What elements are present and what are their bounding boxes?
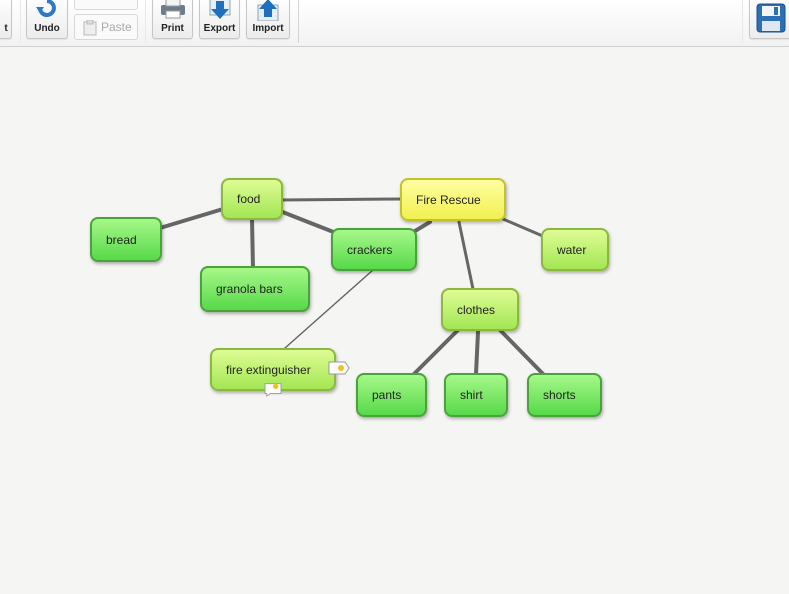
node-fire-extinguisher-label: fire extinguisher [226,362,311,377]
node-pants[interactable]: pants [356,373,427,417]
import-label: Import [252,23,284,34]
print-label: Print [161,23,184,34]
export-icon [209,0,230,19]
node-food[interactable]: food [221,178,283,220]
import-button[interactable]: Import [246,0,290,39]
link-fire-rescue-water [501,217,547,239]
link-clothes-pants [410,328,460,378]
connector-lines [158,197,547,378]
export-button[interactable]: Export [199,0,240,39]
copy-button[interactable] [74,0,138,10]
node-shirt[interactable]: shirt [444,373,508,417]
node-bread-label: bread [106,232,137,247]
node-fire-rescue-label: Fire Rescue [416,192,481,207]
partial-left-label: t [4,23,8,34]
node-clothes[interactable]: clothes [441,288,519,331]
link-food-crackers [278,209,338,235]
paste-icon [83,20,97,36]
link-food-bread [158,207,225,230]
node-clothes-label: clothes [457,302,496,317]
node-shirt-label: shirt [460,388,483,402]
node-shorts[interactable]: shorts [527,373,602,417]
export-label: Export [203,23,236,34]
toolbar: t Undo Paste Print Export Import [0,0,789,47]
node-food-label: food [237,192,261,206]
mind-map-canvas[interactable]: Fire Rescue food bread granola bars crac… [0,47,789,594]
node-water[interactable]: water [541,228,609,271]
link-fire-rescue-clothes [457,220,475,291]
paste-label: Paste [101,20,132,34]
save-button[interactable] [749,0,789,39]
paste-button[interactable]: Paste [74,14,138,40]
node-crackers-label: crackers [347,242,393,257]
undo-label: Undo [34,23,60,34]
node-bread[interactable]: bread [90,217,162,262]
floppy-disk-icon [756,3,786,33]
partial-left-button[interactable]: t [0,0,12,39]
node-pants-label: pants [372,388,402,402]
link-food-fire-rescue [278,197,404,202]
node-water-label: water [557,242,587,257]
node-crackers[interactable]: crackers [331,228,417,271]
node-fire-rescue[interactable]: Fire Rescue [400,178,506,221]
node-granola-bars[interactable]: granola bars [200,266,310,312]
print-button[interactable]: Print [152,0,193,39]
link-clothes-shirt [474,330,480,376]
import-icon [257,0,279,21]
link-clothes-shorts [498,328,547,378]
link-food-granola [250,217,255,271]
add-note-icon[interactable] [328,360,350,376]
node-shorts-label: shorts [543,388,576,402]
node-granola-bars-label: granola bars [216,282,283,296]
undo-button[interactable]: Undo [26,0,68,39]
add-sticky-icon[interactable] [262,381,284,397]
printer-icon [160,0,185,19]
undo-icon [36,0,56,17]
